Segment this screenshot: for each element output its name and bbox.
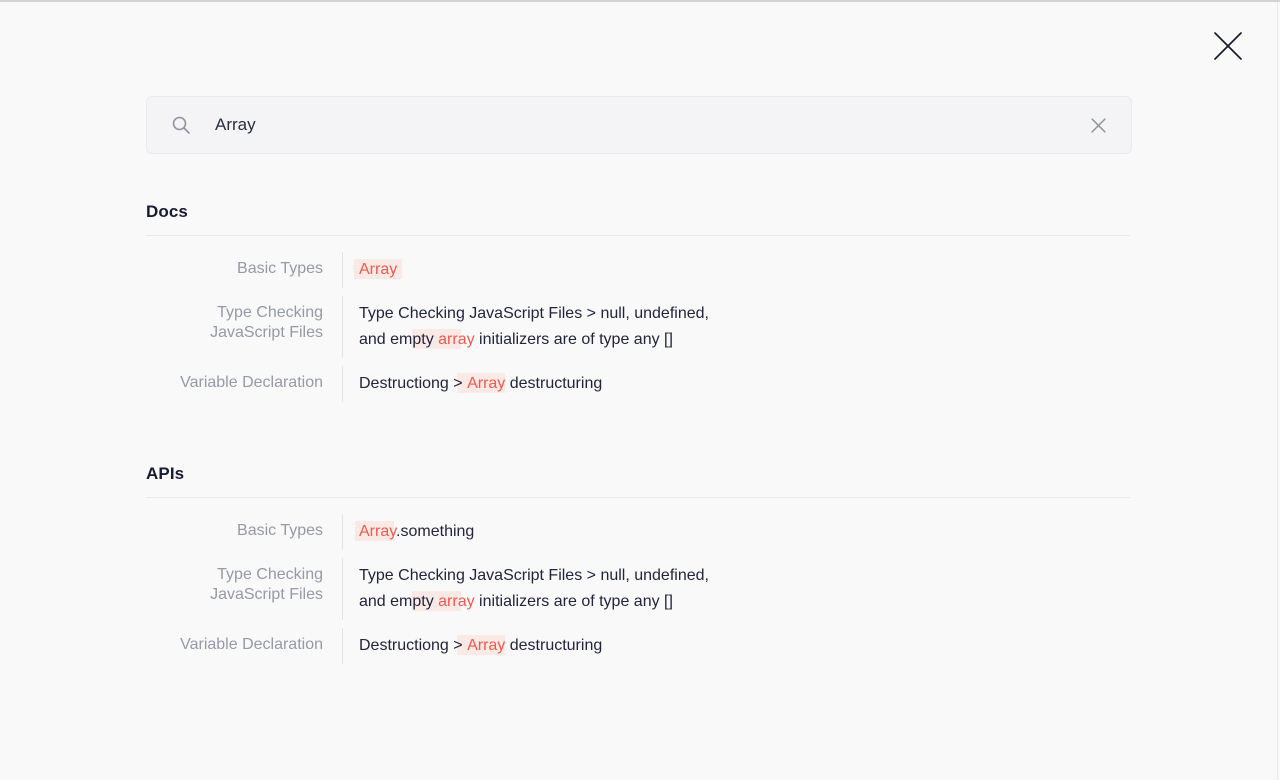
result-text: Destructiong > Array destructuring (343, 628, 943, 664)
result-category: Variable Declaration (146, 628, 342, 664)
result-text-segment: destructuring (505, 375, 602, 392)
section-title: Docs (146, 202, 1130, 236)
clear-x-icon (1090, 117, 1107, 134)
search-results: Docs Basic Types Array Type Checking Jav… (146, 154, 1130, 672)
result-text: Destructiong > Array destructuring (343, 366, 943, 402)
result-row-apis-variable-declaration[interactable]: Variable Declaration Destructiong > Arra… (146, 628, 1130, 664)
result-text: Type Checking JavaScript Files > null, u… (343, 558, 943, 620)
result-category: Type Checking JavaScript Files (146, 558, 342, 620)
match-highlight: array (438, 593, 474, 610)
result-text-segment: Destructiong > (359, 375, 467, 392)
result-text-segment: Destructiong > (359, 637, 467, 654)
section-apis: APIs Basic Types Array.something Type Ch… (146, 464, 1130, 664)
match-highlight: Array (467, 637, 505, 654)
result-text: Array (343, 252, 943, 288)
result-text-segment: Type Checking JavaScript Files > null, u… (359, 305, 709, 322)
result-category: Variable Declaration (146, 366, 342, 402)
result-text: Array.something (343, 514, 943, 550)
search-bar (146, 96, 1132, 154)
result-row-docs-variable-declaration[interactable]: Variable Declaration Destructiong > Arra… (146, 366, 1130, 402)
result-text-segment: and empty (359, 331, 438, 348)
result-text: Type Checking JavaScript Files > null, u… (343, 296, 943, 358)
result-category: Basic Types (146, 252, 342, 288)
match-highlight: Array (359, 523, 396, 540)
search-input[interactable] (215, 115, 1087, 135)
result-row-docs-type-checking[interactable]: Type Checking JavaScript Files Type Chec… (146, 296, 1130, 358)
result-text-segment: destructuring (505, 637, 602, 654)
section-rows: Basic Types Array.something Type Checkin… (146, 514, 1130, 664)
match-highlight: Array (467, 375, 505, 392)
result-category: Basic Types (146, 514, 342, 550)
close-icon (1211, 29, 1245, 63)
result-text-segment: Type Checking JavaScript Files > null, u… (359, 567, 709, 584)
result-text-segment: initializers are of type any [] (475, 331, 673, 348)
result-text-segment: .something (396, 523, 474, 540)
close-button[interactable] (1209, 27, 1247, 65)
result-row-docs-basic-types[interactable]: Basic Types Array (146, 252, 1130, 288)
result-category: Type Checking JavaScript Files (146, 296, 342, 358)
section-rows: Basic Types Array Type Checking JavaScri… (146, 252, 1130, 402)
match-highlight: Array (359, 261, 397, 278)
clear-search-button[interactable] (1087, 114, 1109, 136)
section-title: APIs (146, 464, 1130, 498)
section-docs: Docs Basic Types Array Type Checking Jav… (146, 202, 1130, 402)
result-row-apis-type-checking[interactable]: Type Checking JavaScript Files Type Chec… (146, 558, 1130, 620)
search-icon (171, 115, 191, 135)
result-row-apis-basic-types[interactable]: Basic Types Array.something (146, 514, 1130, 550)
search-overlay: Docs Basic Types Array Type Checking Jav… (0, 0, 1280, 780)
match-highlight: array (438, 331, 474, 348)
result-text-segment: and empty (359, 593, 438, 610)
result-text-segment: initializers are of type any [] (475, 593, 673, 610)
window-top-edge (0, 0, 1280, 2)
window-right-edge (1277, 2, 1278, 780)
